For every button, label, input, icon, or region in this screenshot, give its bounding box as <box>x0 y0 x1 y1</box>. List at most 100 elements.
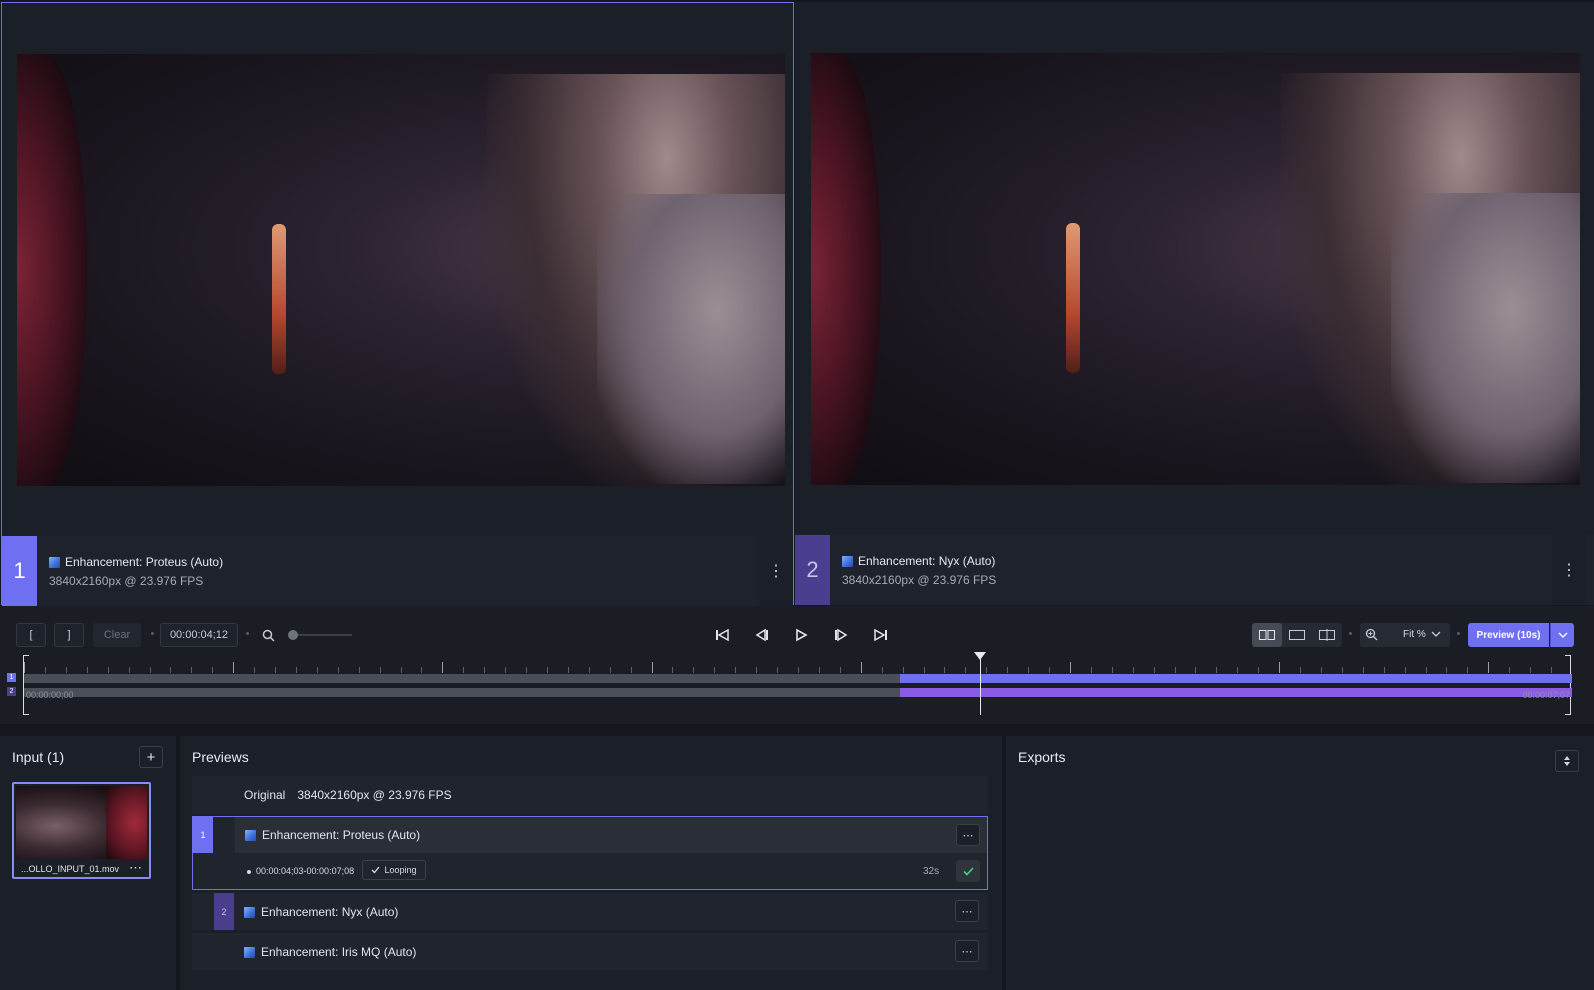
track-1-badge: 1 <box>7 673 16 682</box>
playhead-handle[interactable] <box>973 652 986 660</box>
viewer-title-text: Enhancement: Nyx (Auto) <box>858 554 996 568</box>
side-by-side-icon[interactable] <box>1252 623 1282 647</box>
viewer-2[interactable]: 2 Enhancement: Nyx (Auto) 3840x2160px @ … <box>795 2 1594 605</box>
viewer-title: Enhancement: Proteus (Auto) <box>49 555 223 569</box>
preview-button[interactable]: Preview (10s) <box>1468 623 1549 647</box>
boxer-shirt <box>597 194 785 484</box>
clear-button[interactable]: Clear <box>93 623 141 647</box>
timecode-field[interactable]: 00:00:04;12 <box>160 623 238 647</box>
preview-item-title: Enhancement: Iris MQ (Auto) <box>244 945 416 959</box>
punching-bag-image <box>17 54 87 486</box>
check-icon[interactable] <box>956 860 980 882</box>
preview-item-title: Enhancement: Nyx (Auto) <box>244 905 398 919</box>
viewer-title: Enhancement: Nyx (Auto) <box>842 554 995 568</box>
mark-in-button[interactable]: [ <box>16 623 46 647</box>
separator-dot <box>1349 632 1352 635</box>
model-cube-icon <box>245 829 256 841</box>
step-forward-icon[interactable] <box>829 623 853 647</box>
original-label: Original <box>244 788 286 802</box>
looping-label: Looping <box>384 865 417 875</box>
skip-end-icon[interactable] <box>869 623 893 647</box>
timeline-start-time: 00:00:00;00 <box>26 690 74 700</box>
exports-panel: Exports <box>1006 736 1594 990</box>
track-1-preview-range[interactable] <box>900 674 1572 683</box>
model-cube-icon <box>244 946 255 958</box>
preview-item-number: 2 <box>214 893 234 930</box>
preview-item-active[interactable]: 1 Enhancement: Proteus (Auto) ⋯ 00:00:04… <box>192 816 988 890</box>
preview-item-menu-button[interactable]: ⋯ <box>956 824 980 846</box>
playhead[interactable] <box>973 652 986 715</box>
preview-item-label: Enhancement: Nyx (Auto) <box>261 905 399 919</box>
model-cube-icon <box>49 556 60 568</box>
preview-item-menu-button[interactable]: ⋯ <box>955 900 979 922</box>
model-cube-icon <box>842 555 853 567</box>
viewer-subtitle: 3840x2160px @ 23.976 FPS <box>49 574 204 588</box>
video-frame[interactable] <box>811 53 1580 485</box>
preview-item[interactable]: Enhancement: Iris MQ (Auto) ⋯ <box>192 933 988 970</box>
video-frame[interactable] <box>17 54 785 486</box>
track-2-badge: 2 <box>7 687 16 696</box>
zoom-in-icon <box>1365 628 1379 642</box>
range-end-bracket[interactable] <box>1565 655 1571 715</box>
sort-icon[interactable] <box>1555 750 1579 772</box>
step-back-icon[interactable] <box>750 623 774 647</box>
viewer-subtitle: 3840x2160px @ 23.976 FPS <box>842 573 997 587</box>
preview-item[interactable]: 2 Enhancement: Nyx (Auto) ⋯ <box>192 893 988 930</box>
original-row: Original 3840x2160px @ 23.976 FPS <box>192 776 988 814</box>
timeline-end-time: 00:00:07;07 <box>1522 690 1570 700</box>
separator-dot <box>151 632 154 635</box>
preview-dropdown-button[interactable] <box>1550 623 1574 647</box>
preview-item-menu-button[interactable]: ⋯ <box>955 940 979 962</box>
input-file-name: ...OLLO_INPUT_01.mov <box>21 864 120 874</box>
preview-range: 00:00:04;03-00:00:07;08 <box>256 866 355 876</box>
timeline-ruler <box>24 662 1552 673</box>
preview-item-number: 1 <box>193 817 213 853</box>
file-menu-icon[interactable]: ⋯ <box>129 860 142 876</box>
timeline[interactable]: 00:00:00;00 00:00:07;07 <box>23 652 1572 715</box>
preview-item-number-text: 1 <box>200 830 206 840</box>
original-info: 3840x2160px @ 23.976 FPS <box>297 788 452 802</box>
zoom-label: Fit % <box>1403 629 1426 640</box>
kebab-icon[interactable]: ⋮ <box>1552 535 1586 605</box>
preview-item-label: Enhancement: Proteus (Auto) <box>262 828 421 842</box>
input-thumbnail <box>16 786 147 859</box>
range-start-bracket[interactable] <box>23 655 29 715</box>
input-panel-title: Input (1) <box>12 749 65 765</box>
exports-panel-title: Exports <box>1018 749 1066 765</box>
looping-toggle[interactable]: Looping <box>362 860 426 880</box>
separator-dot <box>246 632 249 635</box>
background-light <box>272 224 286 374</box>
preview-item-title: Enhancement: Proteus (Auto) <box>245 828 420 842</box>
viewer-1[interactable]: 1 Enhancement: Proteus (Auto) 3840x2160p… <box>1 2 794 606</box>
viewer-info-bar: 2 Enhancement: Nyx (Auto) 3840x2160px @ … <box>795 535 1594 605</box>
original-row-text: Original 3840x2160px @ 23.976 FPS <box>244 788 452 802</box>
separator-dot <box>1457 632 1460 635</box>
viewer-title-text: Enhancement: Proteus (Auto) <box>65 555 224 569</box>
punching-bag-image <box>811 53 881 485</box>
viewer-info-bar: 1 Enhancement: Proteus (Auto) 3840x2160p… <box>2 536 793 606</box>
previews-panel-title: Previews <box>192 749 249 765</box>
preview-item-label: Enhancement: Iris MQ (Auto) <box>261 945 417 959</box>
background-light <box>1066 223 1080 373</box>
input-panel: Input (1) + ...OLLO_INPUT_01.mov ⋯ <box>0 736 176 990</box>
viewer-number-badge: 1 <box>2 536 37 606</box>
model-cube-icon <box>244 906 255 918</box>
mark-out-button[interactable]: ] <box>54 623 84 647</box>
check-icon <box>372 866 380 874</box>
kebab-icon[interactable]: ⋮ <box>759 536 793 606</box>
preview-duration: 32s <box>923 866 940 877</box>
thumbnail-bag <box>106 786 147 859</box>
zoom-search-icon[interactable] <box>258 623 278 647</box>
chevron-down-icon <box>1430 627 1442 641</box>
skip-start-icon[interactable] <box>710 623 734 647</box>
split-view-icon[interactable] <box>1312 623 1342 647</box>
viewer-number-badge: 2 <box>795 535 830 605</box>
input-file-card[interactable]: ...OLLO_INPUT_01.mov ⋯ <box>12 782 151 879</box>
plus-icon[interactable]: + <box>139 746 163 768</box>
bullet <box>247 870 251 874</box>
single-view-icon[interactable] <box>1282 623 1312 647</box>
track-2-preview-range[interactable] <box>900 688 1572 697</box>
play-icon[interactable] <box>789 623 813 647</box>
boxer-shirt <box>1391 193 1580 483</box>
zoom-slider-handle[interactable] <box>288 630 298 640</box>
